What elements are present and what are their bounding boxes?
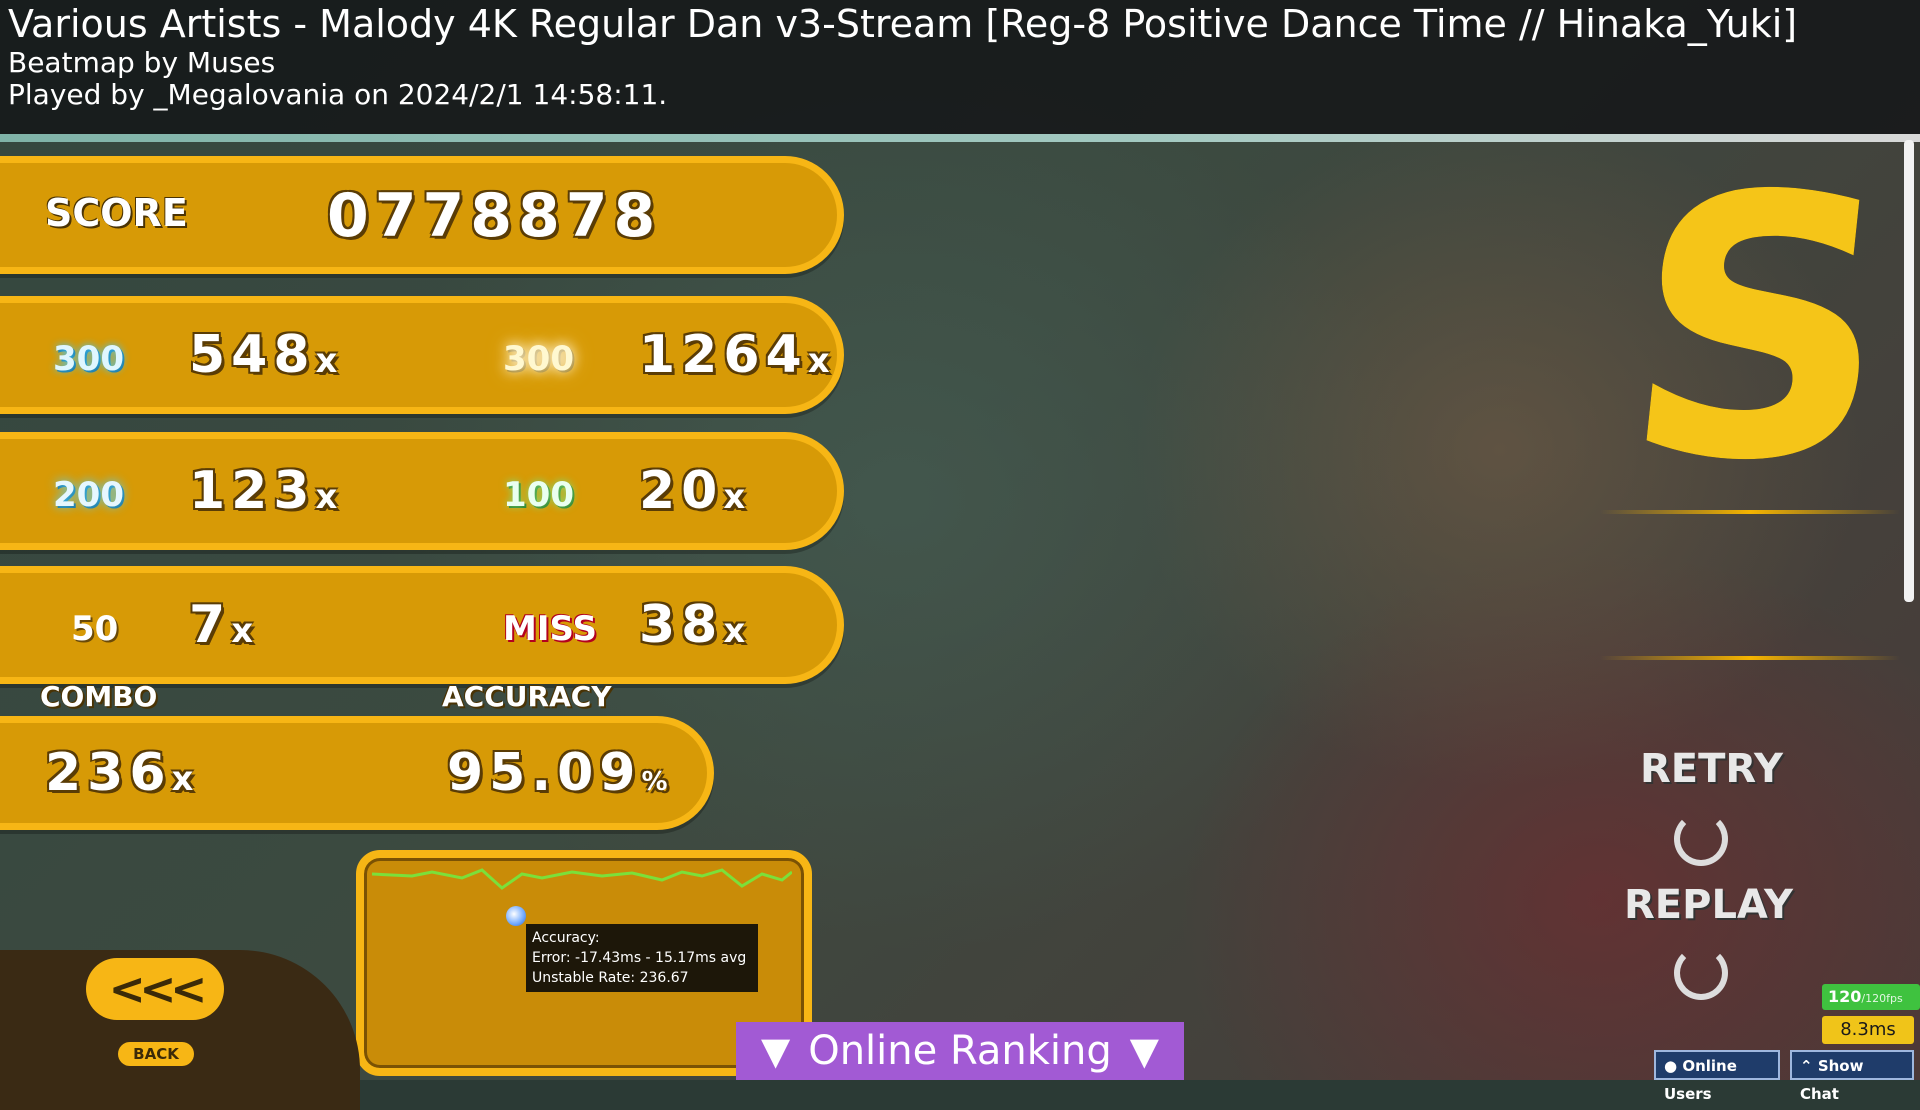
header-bar: Various Artists - Malody 4K Regular Dan … [0, 0, 1920, 136]
accuracy-label: ACCURACY [442, 680, 612, 713]
online-ranking-button[interactable]: ▼ Online Ranking ▼ [736, 1022, 1184, 1080]
retry-button[interactable]: RETRY [1640, 746, 1783, 792]
combo-accuracy-panel: 236x 95.09% [0, 716, 714, 830]
combo-value: 236x [45, 743, 194, 803]
hit300-geki-icon: 300 [503, 339, 574, 379]
chevron-down-icon: ▼ [760, 1029, 791, 1073]
header-divider [0, 134, 1920, 142]
hit50-icon: 50 [71, 609, 119, 649]
beatmap-author: Beatmap by Muses [8, 46, 276, 79]
fps-counter: 120/120fps [1822, 984, 1920, 1010]
online-users-button[interactable]: ● Online Users [1654, 1050, 1780, 1103]
judgement-row-3: 50 7x MISS 38x [0, 566, 844, 684]
replay-button[interactable]: REPLAY [1624, 882, 1793, 928]
hit300-geki-count: 1264x [639, 325, 830, 385]
judgement-row-2: 200 123x 100 20x [0, 432, 844, 550]
miss-count: 38x [639, 595, 746, 655]
score-label: SCORE [45, 191, 188, 235]
accuracy-tooltip: Accuracy: Error: -17.43ms - 15.17ms avg … [526, 924, 758, 992]
chevron-up-icon: ⌃ [1800, 1057, 1813, 1075]
combo-label: COMBO [40, 680, 158, 713]
score-panel: SCORE 0778878 [0, 156, 844, 274]
hit300-count: 548x [189, 325, 338, 385]
frametime-counter: 8.3ms [1822, 1016, 1914, 1044]
judgement-row-1: 300 548x 300 1264x [0, 296, 844, 414]
tooltip-line-3: Unstable Rate: 236.67 [532, 970, 689, 986]
users-icon: ● [1664, 1057, 1678, 1075]
back-button[interactable]: <<< [86, 958, 224, 1020]
back-label[interactable]: BACK [118, 1042, 194, 1066]
score-value: 0778878 [327, 181, 662, 251]
tooltip-line-1: Accuracy: [532, 930, 600, 946]
accuracy-value: 95.09% [447, 743, 668, 803]
hit300-icon: 300 [53, 339, 124, 379]
show-chat-button[interactable]: ⌃ Show Chat [1790, 1050, 1914, 1103]
accuracy-marker-icon[interactable] [506, 906, 526, 926]
scrollbar[interactable] [1904, 140, 1914, 602]
song-title: Various Artists - Malody 4K Regular Dan … [8, 2, 1798, 46]
hit100-icon: 100 [503, 475, 574, 515]
rank-divider-1 [1600, 510, 1900, 514]
online-ranking-label: Online Ranking [808, 1028, 1112, 1074]
rank-divider-2 [1600, 656, 1900, 660]
hit100-count: 20x [639, 461, 746, 521]
played-by: Played by _Megalovania on 2024/2/1 14:58… [8, 78, 668, 111]
hit200-icon: 200 [53, 475, 124, 515]
miss-icon: MISS [503, 609, 597, 649]
tooltip-line-2: Error: -17.43ms - 15.17ms avg [532, 950, 747, 966]
retry-icon[interactable] [1674, 812, 1728, 866]
replay-icon[interactable] [1674, 946, 1728, 1000]
performance-line [372, 868, 792, 890]
rank-grade: S [1608, 120, 1912, 539]
hit50-count: 7x [189, 595, 254, 655]
chevron-down-icon-right: ▼ [1129, 1029, 1159, 1073]
hit200-count: 123x [189, 461, 338, 521]
